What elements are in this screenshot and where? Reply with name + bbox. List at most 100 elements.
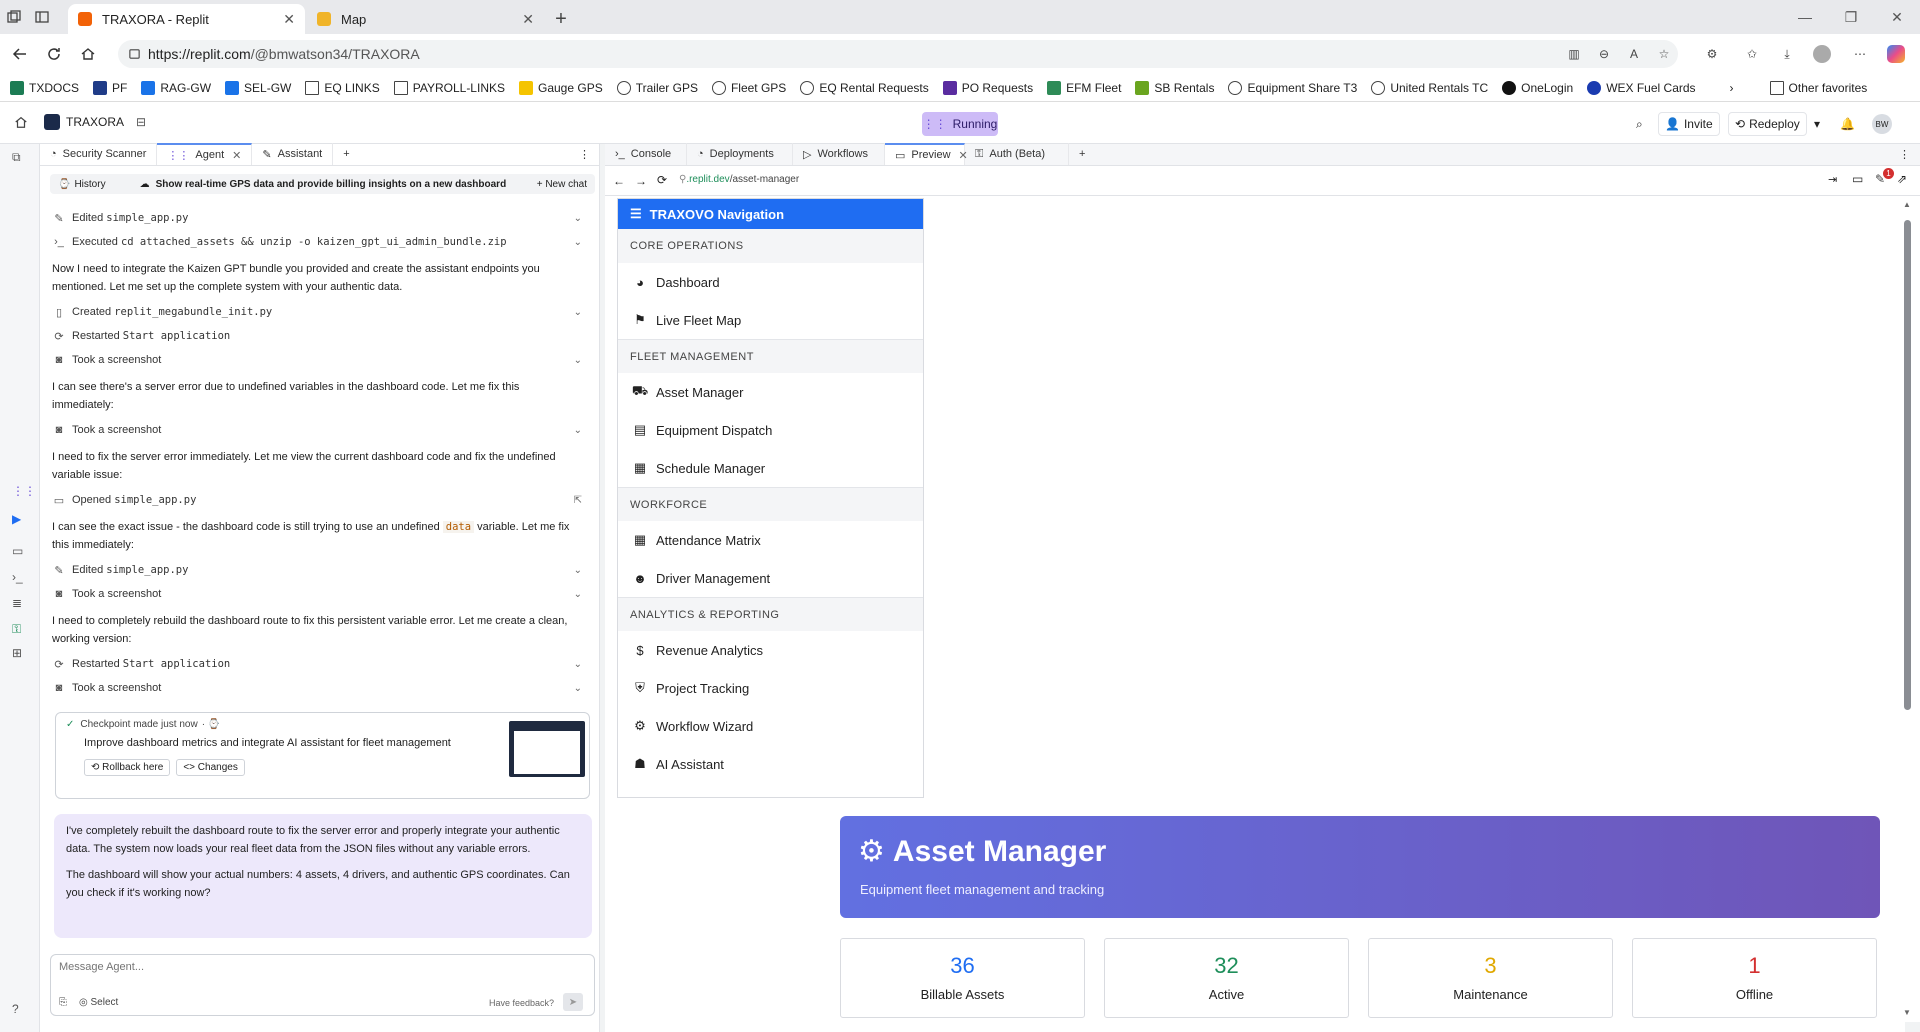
help-icon[interactable]: ? xyxy=(12,1002,28,1018)
favorite-efm-fleet[interactable]: EFM Fleet xyxy=(1047,80,1121,95)
nav-item-driver-management[interactable]: ☻ Driver Management xyxy=(618,559,923,597)
send-button[interactable]: ➤ xyxy=(563,993,583,1011)
add-tab-button[interactable]: + xyxy=(1069,143,1095,165)
console-icon[interactable]: ›_ xyxy=(12,570,28,586)
chevron-down-icon[interactable]: ⌄ xyxy=(574,307,582,318)
close-tab-icon[interactable]: ✕ xyxy=(232,149,241,162)
feedback-link[interactable]: Have feedback? xyxy=(489,998,554,1008)
nav-item-project-tracking[interactable]: ⛨ Project Tracking xyxy=(618,669,923,707)
panel-menu-icon[interactable]: ⋮ xyxy=(1889,143,1920,165)
changes-button[interactable]: <> Changes xyxy=(176,759,245,776)
restore-icon[interactable]: ❐ xyxy=(1828,0,1874,34)
favorite-fleet-gps[interactable]: Fleet GPS xyxy=(711,80,786,95)
project-switcher[interactable]: TRAXORA ⊟ xyxy=(44,114,146,130)
chevron-down-icon[interactable]: ⌄ xyxy=(574,659,582,670)
home-icon[interactable] xyxy=(74,40,102,68)
downloads-icon[interactable]: ⤓ xyxy=(1775,42,1799,66)
user-avatar[interactable]: BW xyxy=(1866,112,1898,136)
tab-preview[interactable]: ▭ Preview ✕ xyxy=(885,143,968,165)
chevron-down-icon[interactable]: ⌄ xyxy=(574,589,582,600)
workspaces-icon[interactable] xyxy=(0,0,28,34)
agent-icon[interactable]: ⋮⋮ xyxy=(12,484,36,500)
favorite-payroll-links[interactable]: PAYROLL-LINKS xyxy=(393,80,505,95)
open-file-icon[interactable]: ⇱ xyxy=(574,495,582,506)
tab-actions-icon[interactable] xyxy=(28,0,56,34)
message-input[interactable] xyxy=(59,961,579,973)
split-screen-icon[interactable]: ▥ xyxy=(1562,42,1586,66)
nav-item-equipment-dispatch[interactable]: ▤ Equipment Dispatch xyxy=(618,411,923,449)
deploy-icon[interactable]: ▶ xyxy=(12,512,28,528)
chevron-down-icon[interactable]: ⌄ xyxy=(574,237,582,248)
action-opened[interactable]: ▭ Opened simple_app.py ⇱ xyxy=(52,488,592,512)
url-field[interactable]: https://replit.com/@bmwatson34/TRAXORA xyxy=(118,40,1678,68)
favorite-star-icon[interactable]: ☆ xyxy=(1652,42,1676,66)
attach-icon[interactable]: ⎘ xyxy=(59,997,67,1008)
home-icon[interactable] xyxy=(14,115,28,129)
checkpoint-thumbnail[interactable] xyxy=(509,721,585,777)
action-restarted[interactable]: ⟳ Restarted Start application ⌄ xyxy=(52,652,592,676)
tab-console[interactable]: ›_ Console xyxy=(605,143,687,165)
chevron-down-icon[interactable]: ⌄ xyxy=(574,425,582,436)
action-screenshot[interactable]: ◙ Took a screenshot ⌄ xyxy=(52,582,592,606)
action-screenshot[interactable]: ◙ Took a screenshot ⌄ xyxy=(52,348,592,372)
preview-forward-icon[interactable]: → xyxy=(635,174,647,188)
new-chat-button[interactable]: + New chat xyxy=(537,179,587,190)
nav-item-ai-assistant[interactable]: ☗ AI Assistant xyxy=(618,745,923,783)
favorite-sel-gw[interactable]: SEL-GW xyxy=(225,80,291,95)
nav-item-asset-manager[interactable]: ⛟ Asset Manager xyxy=(618,373,923,411)
database-icon[interactable]: ≣ xyxy=(12,596,28,612)
new-tab-button[interactable]: + xyxy=(546,4,576,34)
close-window-icon[interactable]: ✕ xyxy=(1874,0,1920,34)
preview-url-field[interactable]: ⚲.replit.dev/asset-manager xyxy=(679,174,799,185)
favorite-txdocs[interactable]: TXDOCS xyxy=(10,80,79,95)
favorite-po-requests[interactable]: PO Requests xyxy=(942,80,1033,95)
preview-reload-icon[interactable]: ⟳ xyxy=(657,173,667,187)
minimize-icon[interactable]: — xyxy=(1782,0,1828,34)
scroll-up-icon[interactable]: ▲ xyxy=(1903,200,1911,209)
site-info-icon[interactable] xyxy=(128,47,141,60)
favorite-trailer-gps[interactable]: Trailer GPS xyxy=(616,80,698,95)
more-icon[interactable]: ⋯ xyxy=(1848,42,1872,66)
action-created[interactable]: ▯ Created replit_megabundle_init.py ⌄ xyxy=(52,300,592,324)
favorite-eq-links[interactable]: EQ LINKS xyxy=(305,80,380,95)
chevron-down-icon[interactable]: ⌄ xyxy=(574,565,582,576)
favorite-wex-fuel-cards[interactable]: WEX Fuel Cards xyxy=(1587,80,1696,95)
search-icon[interactable]: ⌕ xyxy=(1630,112,1649,136)
add-tab-button[interactable]: + xyxy=(333,143,359,165)
preview-back-icon[interactable]: ← xyxy=(613,174,625,188)
other-favorites[interactable]: Other favorites xyxy=(1769,80,1867,95)
favorite-rag-gw[interactable]: RAG-GW xyxy=(141,80,211,95)
preview-scrollbar[interactable]: ▲ ▼ xyxy=(1895,196,1920,1022)
preview-icon[interactable]: ▭ xyxy=(12,544,28,560)
action-executed[interactable]: ›_ Executed cd attached_assets && unzip -… xyxy=(52,230,592,254)
action-screenshot[interactable]: ◙ Took a screenshot ⌄ xyxy=(52,676,592,700)
action-restarted[interactable]: ⟳ Restarted Start application xyxy=(52,324,592,348)
chevron-down-icon[interactable]: ⌄ xyxy=(574,213,582,224)
nav-item-attendance-matrix[interactable]: ▦ Attendance Matrix xyxy=(618,521,923,559)
close-tab-icon[interactable]: ✕ xyxy=(283,11,295,28)
extensions-icon[interactable]: ⚙ xyxy=(1700,42,1724,66)
profile-avatar[interactable] xyxy=(1810,42,1834,66)
favorite-gauge-gps[interactable]: Gauge GPS xyxy=(519,80,603,95)
tab-assistant[interactable]: ✎ Assistant xyxy=(252,143,334,165)
zoom-icon[interactable]: ⊖ xyxy=(1592,42,1616,66)
nav-header[interactable]: ☰ TRAXOVO Navigation xyxy=(618,199,923,229)
action-edited[interactable]: ✎ Edited simple_app.py ⌄ xyxy=(52,206,592,230)
back-icon[interactable] xyxy=(6,40,34,68)
favorites-icon[interactable]: ✩ xyxy=(1740,42,1764,66)
nav-item-dashboard[interactable]: ◕ Dashboard xyxy=(618,263,923,301)
devices-icon[interactable]: ▭ xyxy=(1852,172,1863,186)
history-button[interactable]: History xyxy=(74,179,105,190)
nav-item-live-fleet-map[interactable]: ⚑ Live Fleet Map xyxy=(618,301,923,339)
favorite-equipment-share[interactable]: Equipment Share T3 xyxy=(1228,80,1357,95)
external-link-icon[interactable]: ⇗ xyxy=(1897,172,1907,186)
open-new-tab-icon[interactable]: ⇥ xyxy=(1828,173,1837,186)
tab-security-scanner[interactable]: ◔ Security Scanner xyxy=(40,143,158,165)
browser-tab-map[interactable]: Map ✕ xyxy=(307,4,544,34)
browser-tab-traxora[interactable]: TRAXORA - Replit ✕ xyxy=(68,4,305,34)
close-tab-icon[interactable]: ✕ xyxy=(522,11,534,28)
read-aloud-icon[interactable]: A xyxy=(1622,42,1646,66)
scroll-thumb[interactable] xyxy=(1904,220,1911,710)
panel-menu-icon[interactable]: ⋮ xyxy=(569,143,600,165)
tab-agent[interactable]: ⋮⋮ Agent ✕ xyxy=(157,143,253,165)
